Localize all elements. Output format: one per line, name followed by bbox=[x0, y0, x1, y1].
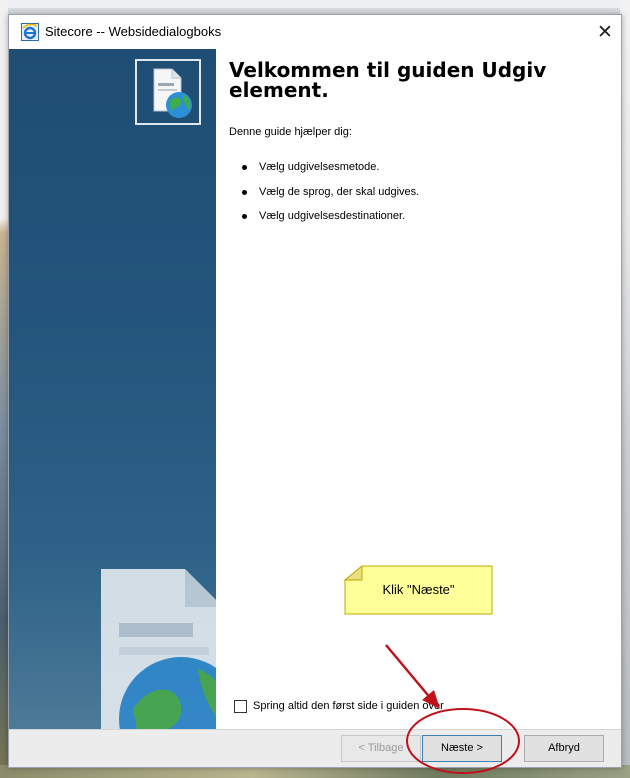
close-icon: ✕ bbox=[597, 21, 613, 43]
large-publish-icon bbox=[101, 569, 216, 729]
bullet-icon bbox=[242, 165, 247, 170]
title-bar: Sitecore -- Websidedialogboks ✕ bbox=[9, 15, 621, 49]
bullet-icon bbox=[242, 214, 247, 219]
skip-checkbox[interactable] bbox=[234, 700, 247, 713]
steps-list: Vælg udgivelsesmetode. Vælg de sprog, de… bbox=[241, 161, 419, 235]
list-item-text: Vælg udgivelsesmetode. bbox=[259, 161, 380, 173]
publish-page-icon bbox=[153, 68, 192, 118]
background-window-top bbox=[0, 0, 630, 8]
list-item: Vælg udgivelsesdestinationer. bbox=[241, 210, 419, 235]
wizard-content: Velkommen til guiden Udgiv element. Denn… bbox=[216, 49, 621, 729]
button-bar: < Tilbage Næste > Afbryd bbox=[9, 729, 621, 767]
wizard-icon-frame bbox=[135, 59, 201, 125]
wizard-sidebar bbox=[9, 49, 216, 729]
next-button[interactable]: Næste > bbox=[422, 735, 502, 762]
bullet-icon bbox=[242, 189, 247, 195]
background-window-left bbox=[0, 0, 8, 778]
cancel-button[interactable]: Afbryd bbox=[524, 735, 604, 762]
dialog-title: Sitecore -- Websidedialogboks bbox=[45, 24, 222, 39]
ie-icon bbox=[21, 23, 39, 41]
close-button[interactable]: ✕ bbox=[591, 18, 619, 46]
callout-text: Klik "Næste" bbox=[382, 582, 455, 597]
callout: Klik "Næste" bbox=[345, 566, 492, 614]
wizard-dialog: Sitecore -- Websidedialogboks ✕ Velkomme… bbox=[8, 14, 622, 768]
list-item-text: Vælg udgivelsesdestinationer. bbox=[259, 210, 406, 222]
back-button[interactable]: < Tilbage bbox=[341, 735, 421, 762]
page-title: Velkommen til guiden Udgiv element. bbox=[229, 58, 547, 102]
skip-checkbox-label[interactable]: Spring altid den først side i guiden ove… bbox=[253, 700, 444, 712]
list-item: Vælg de sprog, der skal udgives. bbox=[241, 186, 419, 211]
list-item: Vælg udgivelsesmetode. bbox=[241, 161, 419, 186]
intro-text: Denne guide hjælper dig: bbox=[229, 126, 352, 138]
list-item-text: Vælg de sprog, der skal udgives. bbox=[259, 185, 420, 198]
